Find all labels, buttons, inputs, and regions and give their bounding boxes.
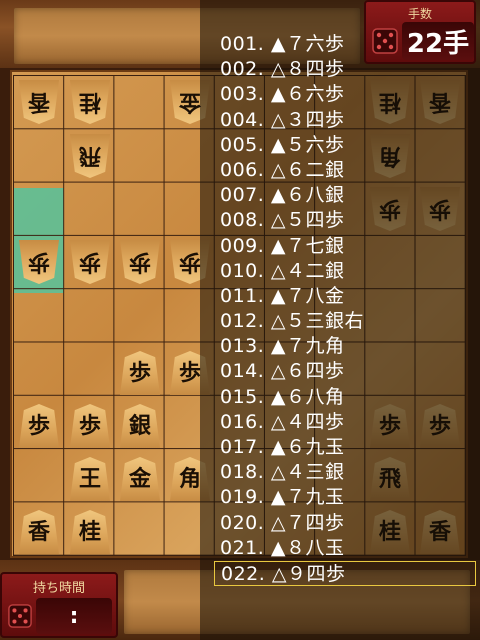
move-item[interactable]: 011. ▲７八金 — [214, 284, 476, 309]
piece[interactable]: 王 — [70, 457, 110, 501]
piece[interactable]: 歩 — [120, 240, 160, 284]
move-item[interactable]: 020. △７四歩 — [214, 511, 476, 536]
current-move-item[interactable]: 022. △９四歩 — [214, 560, 476, 587]
move-item[interactable]: 007. ▲６八銀 — [214, 183, 476, 208]
piece[interactable]: 香 — [19, 510, 59, 554]
move-item[interactable]: 012. △５三銀右 — [214, 309, 476, 334]
move-item[interactable]: 013. ▲７九角 — [214, 334, 476, 359]
move-counter-panel: 手数 22手 — [364, 0, 476, 64]
piece[interactable]: 歩 — [70, 240, 110, 284]
time-panel: 持ち時間 : — [0, 572, 118, 638]
move-counter-label: 手数 — [407, 7, 432, 21]
piece[interactable]: 香 — [19, 80, 59, 124]
piece[interactable]: 歩 — [19, 240, 59, 284]
piece[interactable]: 歩 — [70, 404, 110, 448]
piece[interactable]: 金 — [120, 457, 160, 501]
move-item[interactable]: 004. △３四歩 — [214, 108, 476, 133]
piece[interactable]: 桂 — [70, 80, 110, 124]
move-item[interactable]: 017. ▲６九玉 — [214, 435, 476, 460]
move-item[interactable]: 010. △４二銀 — [214, 259, 476, 284]
piece[interactable]: 桂 — [70, 510, 110, 554]
time-label: 持ち時間 — [32, 581, 85, 596]
move-item[interactable]: 016. △４四歩 — [214, 410, 476, 435]
move-item[interactable]: 008. △５四歩 — [214, 208, 476, 233]
time-value: : — [36, 598, 112, 634]
move-item[interactable]: 021. ▲８八玉 — [214, 536, 476, 561]
move-item[interactable]: 005. ▲５六歩 — [214, 133, 476, 158]
move-counter-value: 22手 — [402, 22, 474, 60]
move-item[interactable]: 006. △６二銀 — [214, 158, 476, 183]
piece[interactable]: 歩 — [120, 351, 160, 395]
piece[interactable]: 歩 — [19, 404, 59, 448]
move-item[interactable]: 003. ▲６六歩 — [214, 82, 476, 107]
move-item[interactable]: 018. △４三銀 — [214, 460, 476, 485]
move-item[interactable]: 009. ▲７七銀 — [214, 234, 476, 259]
piece[interactable]: 銀 — [120, 404, 160, 448]
move-item[interactable]: 019. ▲７九玉 — [214, 485, 476, 510]
piece[interactable]: 飛 — [70, 134, 110, 178]
move-item[interactable]: 015. ▲６八角 — [214, 385, 476, 410]
move-list: 001. ▲７六歩 002. △８四歩 003. ▲６六歩 004. △３四歩 … — [214, 32, 476, 587]
dice-icon — [372, 28, 398, 54]
move-item[interactable]: 014. △６四歩 — [214, 359, 476, 384]
dice-icon — [8, 604, 32, 628]
